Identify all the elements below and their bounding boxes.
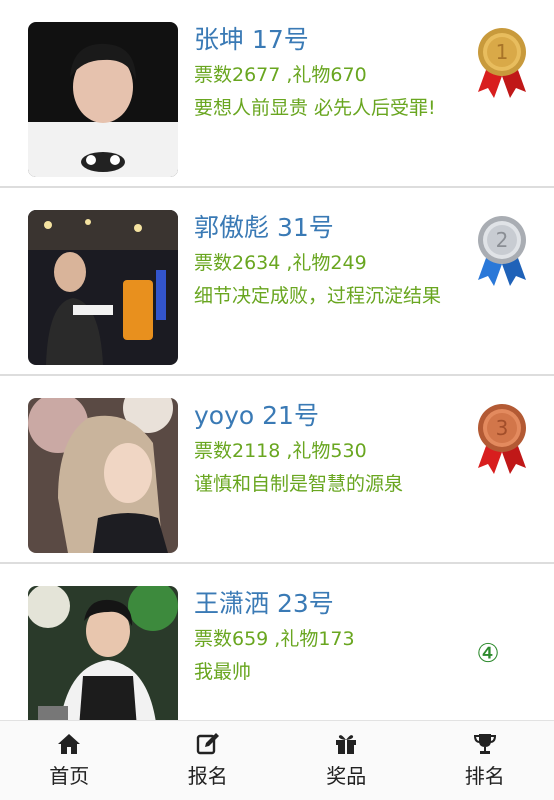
contestant-motto: 要想人前显贵 必先人后受罪!: [194, 97, 436, 119]
medal-number: 3: [496, 416, 509, 440]
silver-medal-icon: 2: [478, 216, 526, 286]
gift-icon: [336, 735, 357, 754]
contestant-card[interactable]: 张坤 17号 票数2677 ,礼物670 要想人前显贵 必先人后受罪! 1: [0, 0, 554, 188]
tab-signup[interactable]: 报名: [139, 721, 278, 800]
gold-medal-icon: 1: [478, 28, 526, 98]
bottom-tab-bar: 首页 报名 奖品 排名: [0, 720, 554, 800]
contestant-photo: [28, 22, 178, 177]
contestant-card[interactable]: 郭傲彪 31号 票数2634 ,礼物249 细节决定成败，过程沉淀结果 2: [0, 188, 554, 376]
contestant-motto: 谨慎和自制是智慧的源泉: [194, 473, 404, 495]
contestant-motto: 我最帅: [194, 661, 252, 683]
contestant-card[interactable]: 王潇洒 23号 票数659 ,礼物173 我最帅: [0, 564, 554, 720]
tab-home[interactable]: 首页: [0, 721, 139, 800]
tab-label: 奖品: [326, 764, 367, 788]
tab-label: 排名: [464, 764, 505, 788]
medal-number: 1: [496, 40, 509, 64]
tab-label: 首页: [49, 764, 90, 788]
home-icon: [58, 734, 81, 754]
contestant-name: 张坤 17号: [194, 25, 309, 54]
contestant-photo: [28, 586, 178, 720]
medal-number: 2: [496, 228, 509, 252]
rank-badge: ④: [476, 639, 500, 669]
tab-ranking[interactable]: 排名: [416, 721, 554, 800]
contestant-stats: 票数2677 ,礼物670: [194, 64, 367, 86]
trophy-icon: [473, 734, 496, 754]
contestant-name: 郭傲彪 31号: [194, 213, 334, 242]
ranking-list: 张坤 17号 票数2677 ,礼物670 要想人前显贵 必先人后受罪! 1 郭傲…: [0, 0, 554, 720]
contestant-photo: [28, 210, 178, 365]
tab-label: 报名: [187, 764, 228, 788]
contestant-name: 王潇洒 23号: [194, 589, 334, 618]
contestant-motto: 细节决定成败，过程沉淀结果: [194, 285, 442, 307]
contestant-name: yoyo 21号: [194, 401, 319, 430]
contestant-stats: 票数2634 ,礼物249: [194, 252, 367, 274]
tab-prizes[interactable]: 奖品: [277, 721, 416, 800]
bronze-medal-icon: 3: [478, 404, 526, 474]
edit-icon: [196, 733, 219, 755]
contestant-card[interactable]: yoyo 21号 票数2118 ,礼物530 谨慎和自制是智慧的源泉 3: [0, 376, 554, 564]
contestant-stats: 票数2118 ,礼物530: [194, 440, 367, 462]
contestant-photo: [28, 398, 178, 553]
contestant-stats: 票数659 ,礼物173: [194, 628, 355, 650]
